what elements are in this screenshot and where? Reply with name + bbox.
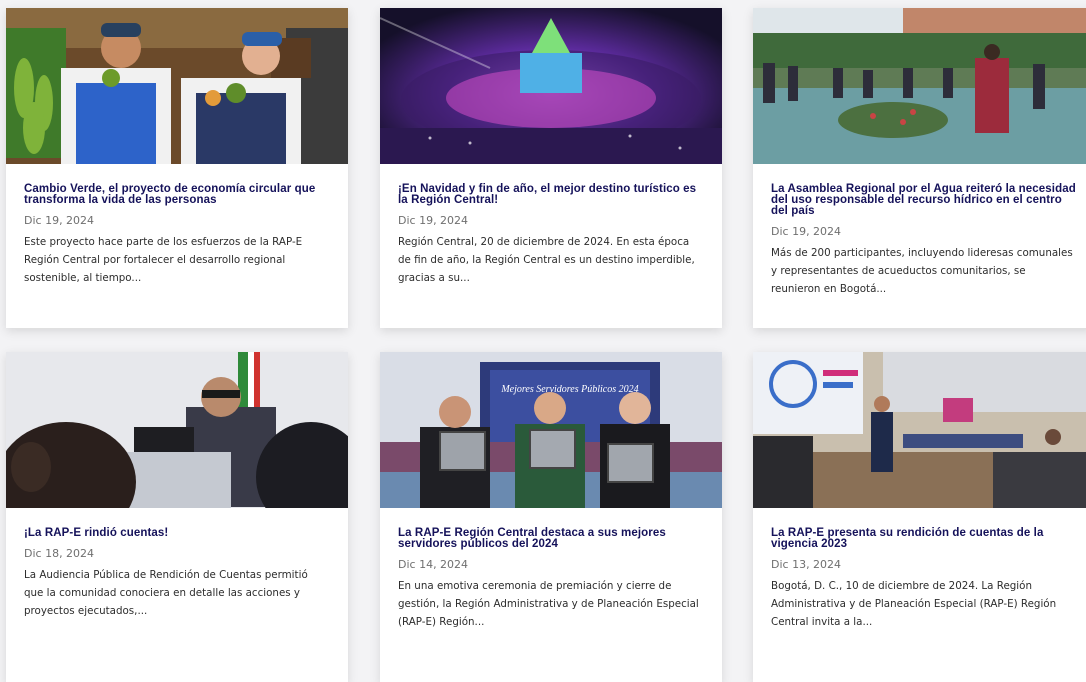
news-date: Dic 19, 2024: [398, 214, 469, 227]
news-grid: Cambio Verde, el proyecto de economía ci…: [0, 0, 1086, 682]
news-excerpt: Región Central, 20 de diciembre de 2024.…: [398, 236, 695, 284]
news-card-asamblea-agua[interactable]: La Asamblea Regional por el Agua reiteró…: [753, 8, 1086, 328]
news-excerpt: Este proyecto hace parte de los esfuerzo…: [24, 236, 303, 284]
news-title[interactable]: La RAP-E Región Central destaca a sus me…: [398, 527, 704, 550]
news-excerpt: Bogotá, D. C., 10 de diciembre de 2024. …: [771, 580, 1057, 628]
news-card-servidores[interactable]: Mejores Servidores Públicos 2024 La RAP-…: [380, 352, 722, 682]
news-image-market[interactable]: [6, 8, 348, 164]
news-title[interactable]: ¡En Navidad y fin de año, el mejor desti…: [398, 183, 704, 206]
news-title[interactable]: Cambio Verde, el proyecto de economía ci…: [24, 183, 330, 206]
news-image-outdoor-gathering[interactable]: [753, 8, 1086, 164]
news-card-vigencia-2023[interactable]: La RAP-E presenta su rendición de cuenta…: [753, 352, 1086, 682]
news-date: Dic 19, 2024: [24, 214, 95, 227]
news-card-navidad[interactable]: ¡En Navidad y fin de año, el mejor desti…: [380, 8, 722, 328]
news-card-cambio-verde[interactable]: Cambio Verde, el proyecto de economía ci…: [6, 8, 348, 328]
news-excerpt: Más de 200 participantes, incluyendo lid…: [771, 247, 1073, 295]
news-excerpt: En una emotiva ceremonia de premiación y…: [398, 580, 699, 628]
news-date: Dic 19, 2024: [771, 225, 842, 238]
news-title[interactable]: La Asamblea Regional por el Agua reiteró…: [771, 183, 1077, 217]
news-title[interactable]: La RAP-E presenta su rendición de cuenta…: [771, 527, 1077, 550]
news-image-stadium-show[interactable]: [380, 8, 722, 164]
news-image-award-ceremony[interactable]: Mejores Servidores Públicos 2024: [380, 352, 722, 508]
news-excerpt: La Audiencia Pública de Rendición de Cue…: [24, 569, 308, 617]
news-title[interactable]: ¡La RAP-E rindió cuentas!: [24, 527, 330, 539]
news-date: Dic 18, 2024: [24, 547, 95, 560]
news-date: Dic 13, 2024: [771, 558, 842, 571]
news-image-presentation-room[interactable]: [753, 352, 1086, 508]
news-date: Dic 14, 2024: [398, 558, 469, 571]
news-card-rindio-cuentas[interactable]: ¡La RAP-E rindió cuentas! Dic 18, 2024 L…: [6, 352, 348, 682]
news-image-podium-speaker[interactable]: [6, 352, 348, 508]
award-screen-text: Mejores Servidores Públicos 2024: [500, 384, 638, 395]
